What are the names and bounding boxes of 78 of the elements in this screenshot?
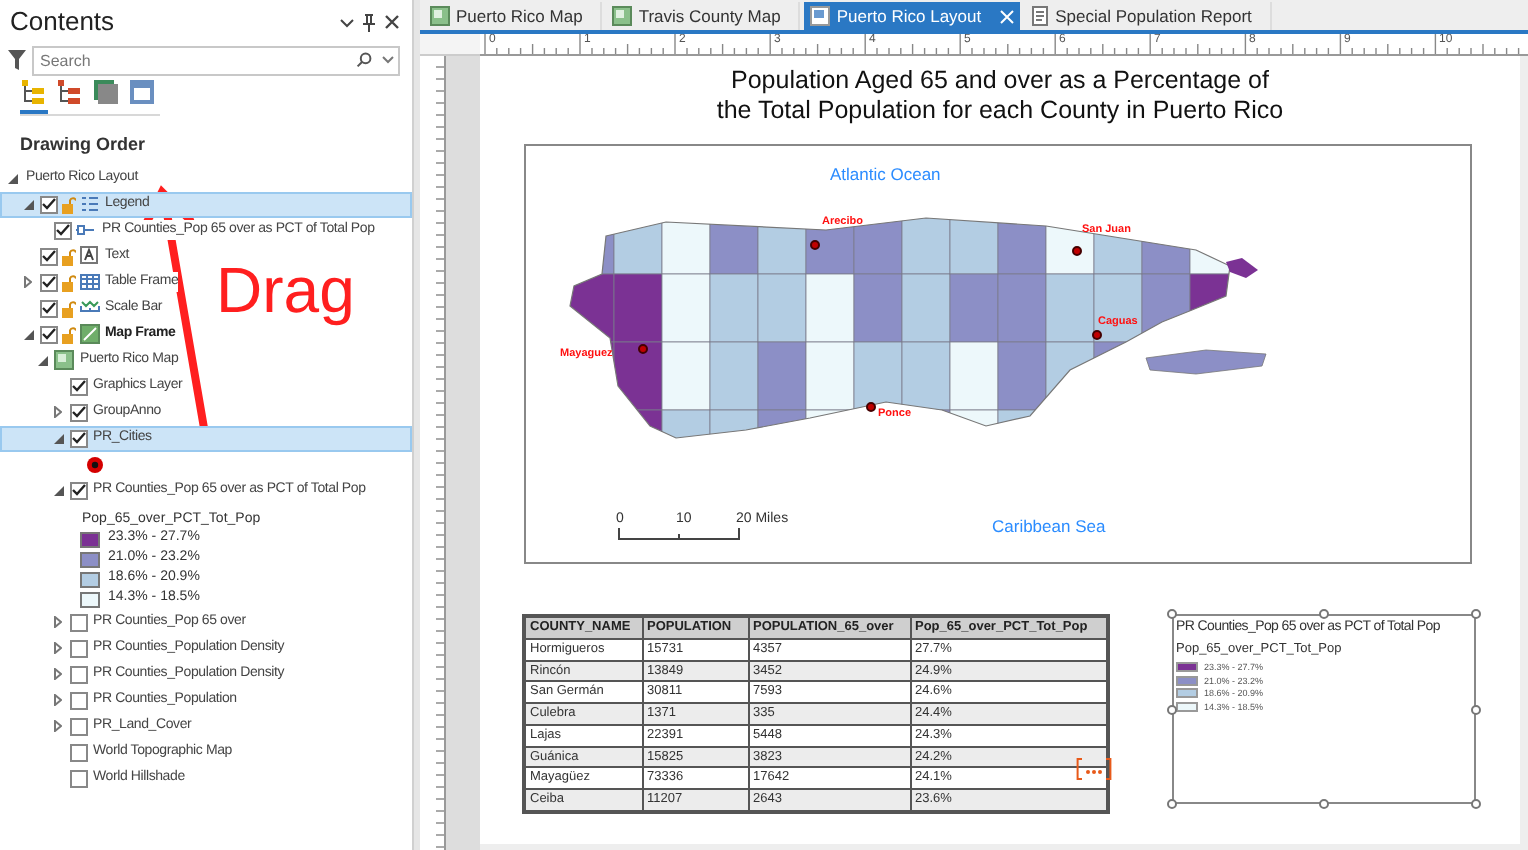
report-icon	[1029, 6, 1050, 26]
expanded-icon[interactable]	[8, 173, 18, 183]
city-marker-icon	[638, 344, 648, 354]
checkbox[interactable]	[39, 247, 57, 265]
table-icon	[79, 272, 99, 292]
close-icon[interactable]	[384, 14, 400, 30]
pin-icon[interactable]	[362, 13, 376, 31]
panel-title: Contents	[10, 4, 115, 41]
checkbox[interactable]	[69, 613, 87, 631]
layout-title: the Total Population for each County in Puerto Rico	[716, 96, 1284, 126]
annotation-text: Drag	[216, 254, 355, 326]
scale-bar-drawing	[618, 528, 742, 540]
city-marker-icon	[1072, 246, 1082, 256]
expanded-icon[interactable]	[53, 433, 63, 443]
city-marker-icon	[866, 402, 876, 412]
search-field[interactable]: Search	[32, 45, 400, 75]
checkbox[interactable]	[39, 273, 57, 291]
scale-bar-icon	[79, 298, 99, 318]
selection-handle[interactable]	[1471, 704, 1481, 714]
collapsed-icon[interactable]	[54, 720, 62, 732]
map-icon	[79, 324, 99, 344]
map-icon	[54, 350, 74, 370]
list-tree-icon	[20, 78, 48, 106]
water-label: Caribbean Sea	[992, 514, 1106, 540]
checkbox[interactable]	[69, 639, 87, 657]
selection-handle[interactable]	[1167, 799, 1177, 809]
selection-handle[interactable]	[1167, 609, 1177, 619]
section-heading: Drawing Order	[20, 132, 148, 158]
map-layer-icon	[128, 78, 156, 106]
overflow-indicator-icon[interactable]	[1076, 758, 1112, 780]
map-icon	[430, 6, 450, 26]
collapsed-icon[interactable]	[24, 276, 32, 288]
collapsed-icon[interactable]	[54, 694, 62, 706]
checkbox[interactable]	[69, 691, 87, 709]
checkbox[interactable]	[69, 403, 87, 421]
checkbox[interactable]	[39, 299, 57, 317]
text-icon	[79, 246, 99, 266]
document-tab[interactable]: Puerto Rico Layout	[804, 2, 1020, 30]
caret-icon[interactable]	[382, 56, 394, 64]
collapsed-icon[interactable]	[54, 642, 62, 654]
line-symbol-icon	[76, 220, 96, 240]
checkbox[interactable]	[69, 481, 87, 499]
checkmark-icon	[71, 484, 85, 496]
layout-icon	[810, 6, 831, 26]
checkbox[interactable]	[69, 429, 87, 447]
map-layer-icon	[92, 78, 120, 106]
checkbox[interactable]	[54, 221, 72, 239]
selection-handle[interactable]	[1167, 704, 1177, 714]
checkbox[interactable]	[39, 325, 57, 343]
checkbox[interactable]	[69, 377, 87, 395]
expanded-icon[interactable]	[23, 329, 33, 339]
map-icon	[612, 6, 633, 26]
legend-icon	[79, 194, 99, 214]
water-label: Atlantic Ocean	[830, 162, 941, 188]
expanded-icon[interactable]	[53, 485, 63, 495]
collapsed-icon[interactable]	[54, 406, 62, 418]
selection-handle[interactable]	[1319, 799, 1329, 809]
search-icon[interactable]	[356, 52, 372, 68]
collapsed-icon[interactable]	[54, 616, 62, 628]
checkbox[interactable]	[69, 665, 87, 683]
filter-icon[interactable]	[8, 50, 26, 70]
checkbox[interactable]	[69, 717, 87, 735]
collapsed-icon[interactable]	[54, 668, 62, 680]
checkbox[interactable]	[39, 195, 57, 213]
selection-handle[interactable]	[1471, 609, 1481, 619]
checkbox[interactable]	[69, 743, 87, 761]
view-tab[interactable]	[20, 78, 48, 114]
chevron-down-icon[interactable]	[340, 17, 354, 27]
city-marker-icon	[810, 240, 820, 250]
point-symbol-icon	[86, 455, 104, 473]
expanded-icon[interactable]	[38, 355, 48, 365]
layout-title: Population Aged 65 and over as a Percentage of	[731, 66, 1269, 96]
selection-handle[interactable]	[1471, 799, 1481, 809]
expanded-icon[interactable]	[23, 199, 33, 209]
city-marker-icon	[1092, 330, 1102, 340]
list-tree-icon	[56, 78, 84, 106]
checkbox[interactable]	[69, 769, 87, 787]
selection-handle[interactable]	[1319, 609, 1329, 619]
